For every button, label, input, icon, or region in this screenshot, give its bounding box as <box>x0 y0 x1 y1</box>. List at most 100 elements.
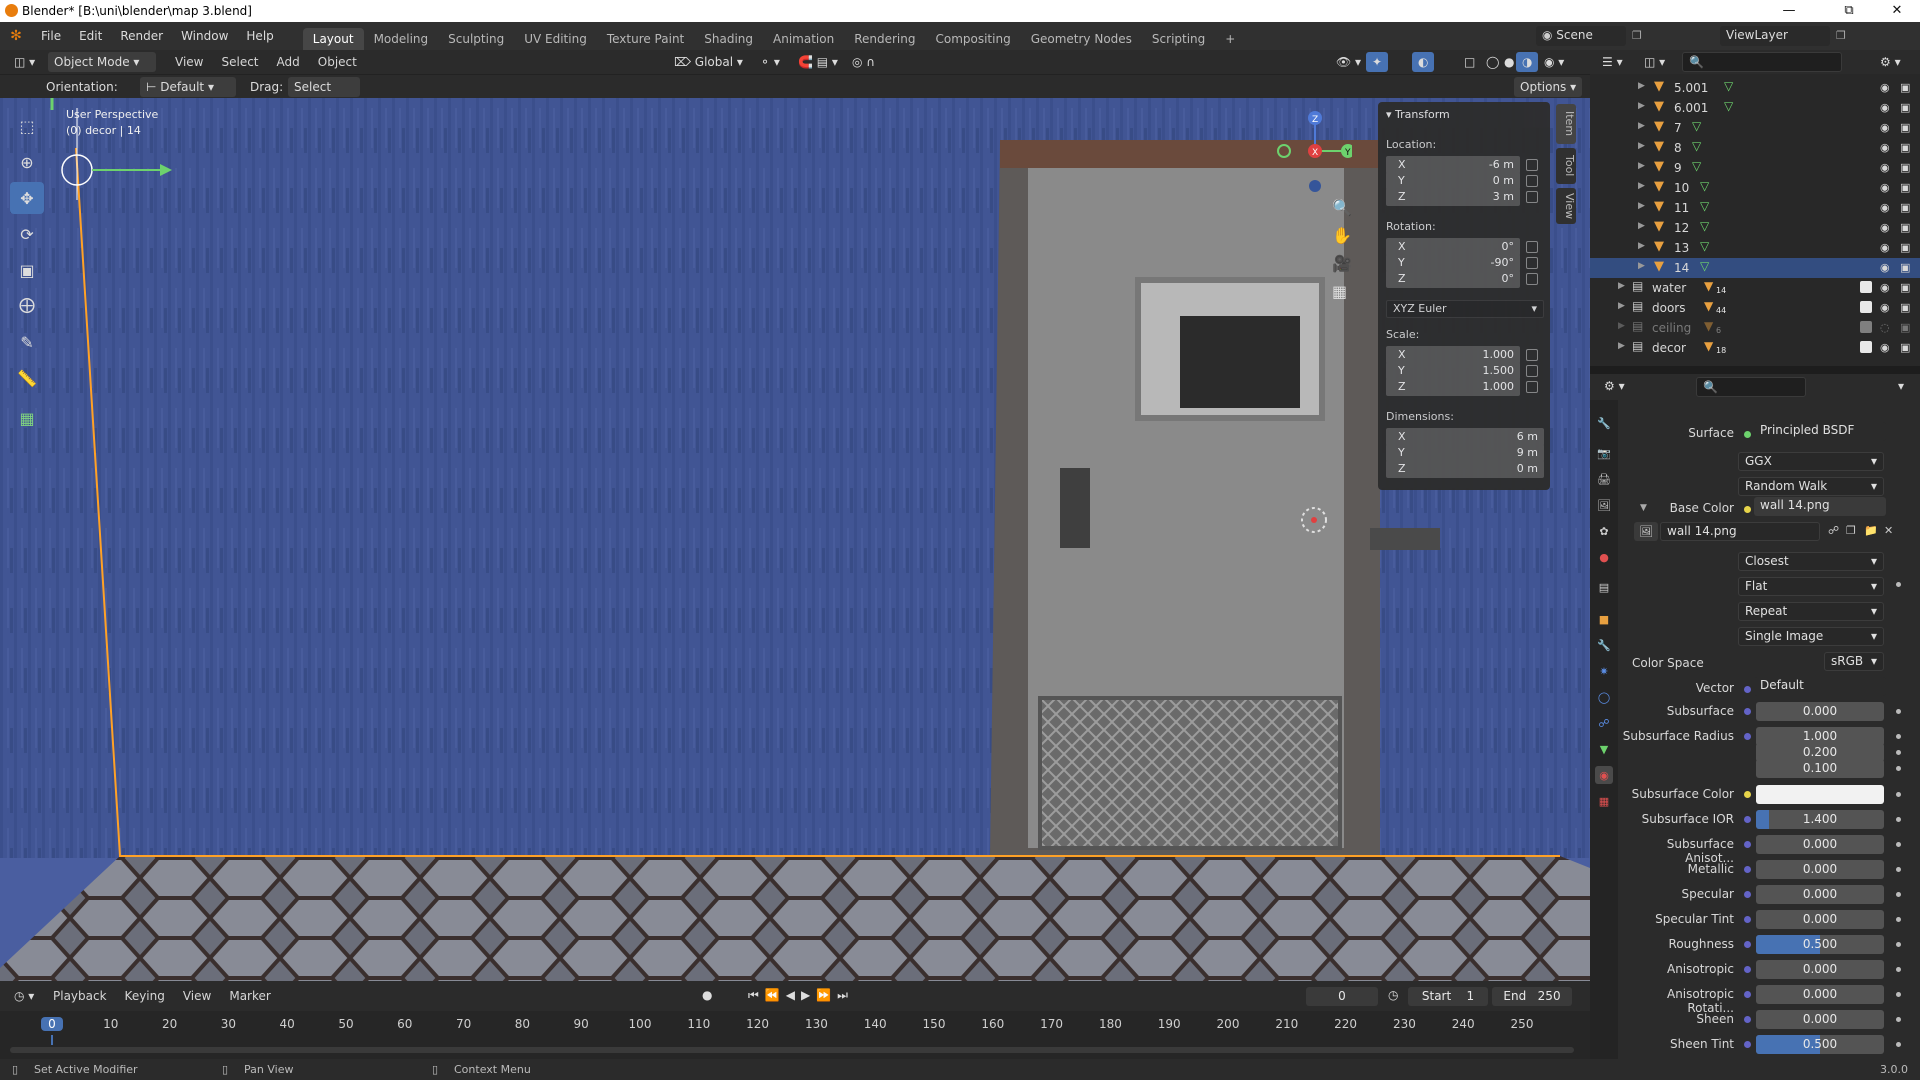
rotation-z-field[interactable]: Z 0° <box>1386 270 1520 288</box>
outliner-object-row[interactable]: ▶ ▼ 10 ▽ ◉ ▣ <box>1590 178 1920 198</box>
lock-icon[interactable] <box>1526 191 1538 203</box>
visibility-eye-icon[interactable]: ◉ <box>1880 261 1892 274</box>
visibility-eye-icon[interactable]: ◉ <box>1880 161 1892 174</box>
filter-icon[interactable]: ⚙ ▾ <box>1874 52 1907 72</box>
properties-search-input[interactable]: 🔍 <box>1696 377 1806 397</box>
scene-tab-icon[interactable]: ✿ <box>1595 522 1613 540</box>
timeline-menu-keying[interactable]: Keying <box>116 986 174 1006</box>
specular-tint-field[interactable]: 0.000 <box>1756 910 1884 929</box>
timeline-scrollbar[interactable] <box>10 1047 1574 1053</box>
workspace-tab-sculpting[interactable]: Sculpting <box>438 28 514 50</box>
current-frame-field[interactable]: 0 <box>1306 987 1378 1006</box>
source-dropdown[interactable]: Single Image ▾ <box>1738 627 1884 646</box>
visibility-eye-icon[interactable]: ◉ <box>1880 141 1892 154</box>
workspace-tab--[interactable]: + <box>1215 28 1245 50</box>
exclude-checkbox[interactable] <box>1860 341 1872 353</box>
expand-icon[interactable]: ▶ <box>1638 161 1645 171</box>
scale-tool-icon[interactable]: ▣ <box>10 254 44 286</box>
render-camera-icon[interactable]: ▣ <box>1900 341 1912 354</box>
workspace-tab-shading[interactable]: Shading <box>694 28 763 50</box>
outliner-object-row[interactable]: ▶ ▼ 5.001 ▽ ◉ ▣ <box>1590 78 1920 98</box>
pan-hand-icon[interactable]: ✋ <box>1332 226 1352 245</box>
zoom-icon[interactable]: 🔍 <box>1332 198 1352 217</box>
expand-icon[interactable]: ▶ <box>1618 321 1625 331</box>
unlink-image-icon[interactable]: ✕ <box>1884 524 1893 537</box>
visibility-eye-icon[interactable]: ◉ <box>1880 121 1892 134</box>
minimize-button[interactable]: — <box>1766 0 1812 22</box>
render-camera-icon[interactable]: ▣ <box>1900 81 1912 94</box>
lock-icon[interactable] <box>1526 175 1538 187</box>
keyframe-dot[interactable] <box>1896 917 1901 922</box>
expand-icon[interactable]: ▶ <box>1638 81 1645 91</box>
outliner-object-row[interactable]: ▶ ▼ 11 ▽ ◉ ▣ <box>1590 198 1920 218</box>
workspace-tab-uv-editing[interactable]: UV Editing <box>514 28 597 50</box>
keyframe-dot[interactable] <box>1896 892 1901 897</box>
material-tab-icon[interactable]: ◉ <box>1595 766 1613 784</box>
timeline-menu-view[interactable]: View <box>174 986 220 1006</box>
render-camera-icon[interactable]: ▣ <box>1900 301 1912 314</box>
transform-orientation-selector[interactable]: ⌦ Global ▾ <box>668 52 749 72</box>
workspace-tab-texture-paint[interactable]: Texture Paint <box>597 28 694 50</box>
lock-icon[interactable] <box>1526 241 1538 253</box>
outliner-object-row[interactable]: ▶ ▼ 7 ▽ ◉ ▣ <box>1590 118 1920 138</box>
properties-editor-type-icon[interactable]: ⚙ ▾ <box>1598 376 1631 396</box>
workspace-tab-scripting[interactable]: Scripting <box>1142 28 1215 50</box>
expand-icon[interactable]: ▶ <box>1638 201 1645 211</box>
particles-tab-icon[interactable]: ✷ <box>1595 662 1613 680</box>
viewport-menu-select[interactable]: Select <box>212 52 267 72</box>
visibility-eye-icon[interactable]: ◉ <box>1880 221 1892 234</box>
texture-tab-icon[interactable]: ▦ <box>1595 792 1613 810</box>
render-camera-icon[interactable]: ▣ <box>1900 181 1912 194</box>
visibility-eye-icon[interactable]: ◉ <box>1880 181 1892 194</box>
keyframe-dot[interactable] <box>1896 817 1901 822</box>
location-z-field[interactable]: Z 3 m <box>1386 188 1520 206</box>
outliner-collection-row[interactable]: ▶ ▤ ceiling ▼ 6 ◌ ▣ <box>1590 318 1920 338</box>
view-layer-tab-icon[interactable]: 🖼 <box>1595 496 1613 514</box>
keyframe-dot[interactable] <box>1896 992 1901 997</box>
anisotropic-rotati-field[interactable]: 0.000 <box>1756 985 1884 1004</box>
sheen-tint-field[interactable]: 0.500 <box>1756 1035 1884 1054</box>
rendered-shading-icon[interactable]: ◉ ▾ <box>1538 52 1570 72</box>
exclude-checkbox[interactable] <box>1860 281 1872 293</box>
visibility-eye-icon[interactable]: ◉ <box>1880 301 1892 314</box>
keyframe-dot[interactable] <box>1896 967 1901 972</box>
surface-shader-button[interactable]: Principled BSDF <box>1754 422 1886 441</box>
visibility-eye-icon[interactable]: ◉ <box>1880 281 1892 294</box>
editor-type-icon[interactable]: ◫ ▾ <box>8 52 41 72</box>
lock-icon[interactable] <box>1526 257 1538 269</box>
close-window-button[interactable]: ✕ <box>1874 0 1920 22</box>
render-camera-icon[interactable]: ▣ <box>1900 281 1912 294</box>
outliner-collection-row[interactable]: ▶ ▤ doors ▼ 44 ◉ ▣ <box>1590 298 1920 318</box>
expand-icon[interactable]: ▶ <box>1618 341 1625 351</box>
render-tab-icon[interactable]: 📷 <box>1595 444 1613 462</box>
outliner-object-row[interactable]: ▶ ▼ 13 ▽ ◉ ▣ <box>1590 238 1920 258</box>
subsurface-radius-3-field[interactable]: 0.100 <box>1756 759 1884 778</box>
expand-icon[interactable]: ▶ <box>1638 101 1645 111</box>
workspace-tab-rendering[interactable]: Rendering <box>844 28 925 50</box>
keyframe-dot[interactable] <box>1896 867 1901 872</box>
viewport-menu-view[interactable]: View <box>166 52 212 72</box>
subsurface-method-dropdown[interactable]: Random Walk ▾ <box>1738 477 1884 496</box>
world-tab-icon[interactable]: ● <box>1595 548 1613 566</box>
orientation-dropdown[interactable]: ⊢ Default ▾ <box>140 77 236 97</box>
gizmo-toggle-icon[interactable]: ✦ <box>1366 52 1389 72</box>
expand-icon[interactable]: ▶ <box>1638 141 1645 151</box>
lock-icon[interactable] <box>1526 273 1538 285</box>
expand-icon[interactable]: ▶ <box>1638 261 1645 271</box>
base-color-image-button[interactable]: wall 14.png <box>1754 497 1886 516</box>
visibility-eye-icon[interactable]: ◉ <box>1880 201 1892 214</box>
keyframe-dot[interactable] <box>1896 750 1901 755</box>
render-camera-icon[interactable]: ▣ <box>1900 261 1912 274</box>
pivot-point-icon[interactable]: ⚬ ▾ <box>754 52 786 72</box>
expand-icon[interactable]: ▶ <box>1618 301 1625 311</box>
maximize-button[interactable]: ⧉ <box>1826 0 1872 22</box>
options-dropdown[interactable]: Options ▾ <box>1514 77 1583 97</box>
navigation-gizmo[interactable]: Z Y X <box>1262 106 1352 196</box>
workspace-tab-modeling[interactable]: Modeling <box>364 28 439 50</box>
move-tool-icon[interactable]: ✥ <box>10 182 44 214</box>
rotate-tool-icon[interactable]: ⟳ <box>10 218 44 250</box>
keyframe-dot[interactable] <box>1896 766 1901 771</box>
exclude-checkbox[interactable] <box>1860 301 1872 313</box>
duplicate-image-icon[interactable]: ❐ <box>1846 524 1856 537</box>
keyframe-dot[interactable] <box>1896 582 1901 587</box>
